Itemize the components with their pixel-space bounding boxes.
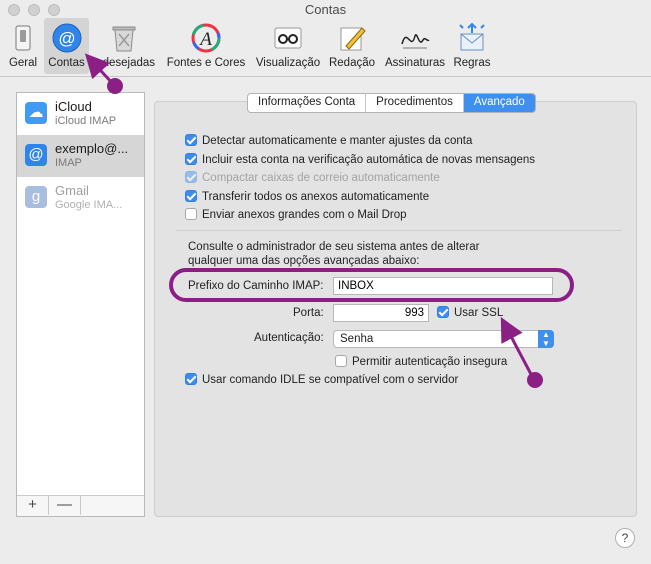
port-label: Porta:: [293, 307, 324, 319]
idle-command-checkbox[interactable]: [185, 372, 197, 385]
accounts-list: ☁ iCloud iCloud IMAP @ exemplo@... IMAP …: [16, 92, 145, 517]
select-arrows-icon: ▲ ▼: [538, 330, 554, 348]
toolbar-geral[interactable]: Geral: [4, 18, 42, 74]
tab-avancado[interactable]: Avançado: [463, 94, 535, 112]
option-insecure-auth[interactable]: Permitir autenticação insegura: [335, 354, 507, 370]
glasses-icon: [274, 27, 302, 49]
port-input[interactable]: [333, 304, 429, 322]
account-name: Gmail: [55, 183, 89, 198]
google-icon: g: [25, 186, 47, 208]
svg-text:@: @: [58, 29, 75, 48]
tab-informacoes-conta[interactable]: Informações Conta: [248, 94, 367, 112]
remove-account-button[interactable]: —: [49, 496, 81, 515]
mail-drop-label: Enviar anexos grandes com o Mail Drop: [202, 209, 407, 221]
at-sign-icon: @: [25, 144, 47, 166]
toolbar-assinaturas[interactable]: Assinaturas: [381, 18, 449, 74]
account-icloud[interactable]: ☁ iCloud iCloud IMAP: [17, 93, 144, 135]
toolbar-indesejadas[interactable]: Indesejadas: [89, 18, 159, 74]
auth-label: Autenticação:: [254, 332, 324, 344]
auth-select[interactable]: Senha ▲ ▼: [333, 330, 554, 348]
cloud-icon: ☁: [25, 102, 47, 124]
use-ssl-label: Usar SSL: [454, 307, 504, 319]
zoom-window-button[interactable]: [48, 4, 60, 16]
compose-icon: [340, 27, 366, 51]
account-type: iCloud IMAP: [55, 115, 117, 127]
preferences-toolbar: Geral @ Contas Indesejadas A Fontes e Co…: [0, 18, 651, 77]
option-use-ssl[interactable]: Usar SSL: [437, 305, 503, 321]
toolbar-regras[interactable]: Regras: [451, 18, 493, 74]
compact-mailboxes-label: Compactar caixas de correio automaticame…: [202, 172, 440, 184]
close-window-button[interactable]: [8, 4, 20, 16]
signature-icon: [401, 34, 430, 49]
use-ssl-checkbox[interactable]: [437, 305, 449, 318]
minimize-window-button[interactable]: [28, 4, 40, 16]
toolbar-label-regras: Regras: [453, 57, 491, 69]
download-attachments-label: Transferir todos os anexos automaticamen…: [202, 191, 430, 203]
fonts-colors-icon: A: [191, 23, 221, 53]
imap-prefix-input[interactable]: [333, 277, 553, 295]
option-compact-mailboxes: Compactar caixas de correio automaticame…: [185, 170, 440, 186]
auth-select-value: Senha: [340, 333, 374, 345]
toolbar-label-contas: Contas: [48, 57, 85, 69]
section-divider: [176, 230, 622, 231]
help-button[interactable]: ?: [615, 528, 635, 548]
account-exemplo[interactable]: @ exemplo@... IMAP: [17, 135, 144, 177]
toolbar-label-indesejadas: Indesejadas: [92, 57, 156, 69]
svg-text:A: A: [198, 29, 212, 50]
account-tabs: Informações Conta Procedimentos Avançado: [247, 93, 536, 113]
account-type: IMAP: [55, 157, 82, 169]
option-idle-command[interactable]: Usar comando IDLE se compatível com o se…: [185, 372, 458, 388]
at-sign-icon: @: [52, 23, 81, 53]
toolbar-label-fontes-cores: Fontes e Cores: [166, 57, 246, 69]
insecure-auth-checkbox[interactable]: [335, 354, 347, 367]
account-type: Google IMA...: [55, 199, 123, 211]
include-in-check-label: Incluir esta conta na verificação automá…: [202, 154, 536, 166]
account-name: iCloud: [55, 99, 92, 114]
tab-procedimentos[interactable]: Procedimentos: [366, 94, 464, 112]
switch-icon: [15, 25, 31, 51]
toolbar-redacao[interactable]: Redação: [326, 18, 378, 74]
advanced-warning-note: Consulte o administrador de seu sistema …: [188, 241, 480, 267]
insecure-auth-label: Permitir autenticação insegura: [352, 356, 508, 368]
accounts-button-bar: + —: [17, 495, 144, 516]
preferences-window: Contas Geral @ Contas Indesejadas A Font…: [0, 0, 651, 564]
auto-detect-label: Detectar automaticamente e manter ajuste…: [202, 135, 473, 147]
toolbar-contas[interactable]: @ Contas: [44, 18, 89, 74]
auto-detect-checkbox[interactable]: [185, 133, 197, 146]
option-include-in-check[interactable]: Incluir esta conta na verificação automá…: [185, 152, 535, 168]
compact-mailboxes-checkbox: [185, 170, 197, 183]
trash-icon: [112, 26, 136, 52]
toolbar-label-geral: Geral: [8, 57, 38, 69]
include-in-check-checkbox[interactable]: [185, 152, 197, 165]
option-download-attachments[interactable]: Transferir todos os anexos automaticamen…: [185, 189, 429, 205]
rules-icon: [459, 22, 485, 51]
toolbar-fontes-cores[interactable]: A Fontes e Cores: [163, 18, 249, 74]
option-mail-drop[interactable]: Enviar anexos grandes com o Mail Drop: [185, 207, 407, 223]
imap-prefix-label: Prefixo do Caminho IMAP:: [188, 280, 324, 292]
toolbar-label-visualizacao: Visualização: [255, 57, 321, 69]
add-account-button[interactable]: +: [17, 496, 49, 515]
download-attachments-checkbox[interactable]: [185, 189, 197, 202]
account-gmail[interactable]: g Gmail Google IMA...: [17, 177, 144, 219]
toolbar-label-redacao: Redação: [328, 57, 376, 69]
option-auto-detect[interactable]: Detectar automaticamente e manter ajuste…: [185, 133, 472, 149]
toolbar-visualizacao[interactable]: Visualização: [252, 18, 324, 74]
idle-command-label: Usar comando IDLE se compatível com o se…: [202, 374, 459, 386]
mail-drop-checkbox[interactable]: [185, 207, 197, 220]
toolbar-label-assinaturas: Assinaturas: [384, 57, 446, 69]
account-name: exemplo@...: [55, 141, 129, 156]
